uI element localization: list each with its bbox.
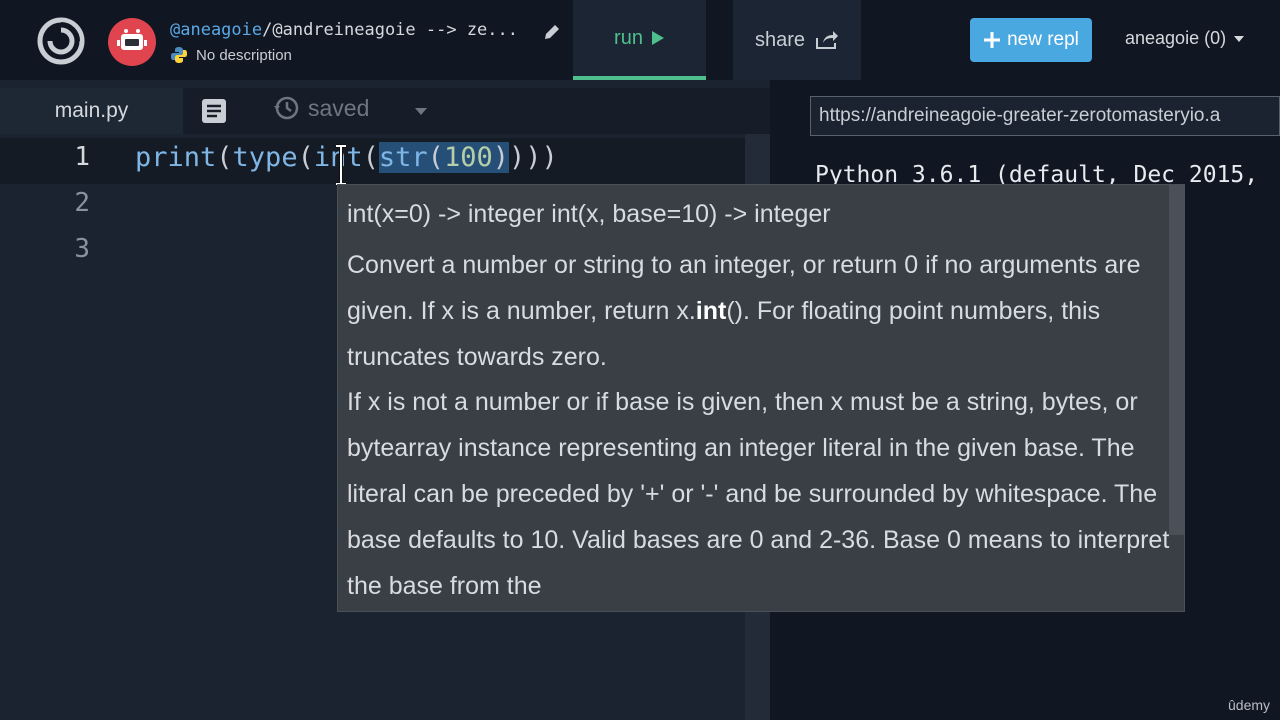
caret-down-icon	[1234, 35, 1245, 42]
repl-url-field[interactable]: https://andreineagoie-greater-zerotomast…	[810, 96, 1280, 136]
new-repl-label: new repl	[1007, 29, 1079, 50]
tooltip-bold-text: int	[695, 296, 727, 325]
repl-owner[interactable]: @aneagoie	[170, 20, 262, 40]
code-token: (	[362, 142, 379, 173]
tab-main-py[interactable]: main.py	[0, 88, 183, 134]
robot-icon	[117, 29, 147, 50]
description-text: No description	[196, 46, 292, 64]
code-token: )))	[508, 142, 558, 173]
pencil-icon[interactable]	[542, 22, 562, 42]
code-token: print	[135, 142, 217, 173]
play-icon	[651, 31, 664, 45]
python-icon	[171, 47, 187, 63]
new-repl-button[interactable]: new repl	[970, 18, 1092, 62]
repl-description[interactable]: No description	[170, 46, 292, 64]
user-menu-label: aneagoie (0)	[1125, 28, 1227, 48]
line-number: 1	[74, 142, 90, 172]
saved-status[interactable]: saved	[272, 94, 369, 122]
robot-avatar[interactable]	[108, 18, 156, 66]
tab-label: main.py	[54, 99, 129, 122]
run-label: run	[614, 26, 643, 49]
tooltip-text: If x is not a number or if base is given…	[347, 388, 1170, 600]
line-number: 3	[74, 234, 90, 264]
tooltip-scrollbar[interactable]	[1169, 185, 1184, 535]
docstring-tooltip: int(x=0) -> integer int(x, base=10) -> i…	[337, 184, 1185, 612]
share-label: share	[754, 28, 806, 51]
run-button[interactable]: run	[573, 0, 706, 80]
user-menu[interactable]: aneagoie (0)	[1125, 28, 1245, 49]
text-cursor-icon	[336, 144, 346, 186]
code-token: )	[492, 142, 509, 173]
code-token: (	[427, 142, 444, 173]
repl-path[interactable]: @aneagoie/@andreineagoie --> ze...	[170, 20, 518, 40]
caret-down-icon[interactable]	[414, 106, 428, 116]
tooltip-body: Convert a number or string to an integer…	[347, 243, 1177, 609]
document-icon[interactable]	[200, 97, 228, 125]
code-token: str	[378, 142, 428, 173]
editor-tab-bar: main.py saved	[0, 88, 770, 134]
code-token: type	[232, 142, 298, 173]
code-token: 100	[443, 142, 493, 173]
share-button[interactable]: share	[733, 0, 861, 80]
udemy-watermark: ûdemy	[1228, 697, 1271, 713]
line-number: 2	[74, 188, 90, 218]
plus-icon	[984, 32, 1001, 48]
tooltip-signature: int(x=0) -> integer int(x, base=10) -> i…	[347, 200, 831, 228]
repl-name: /@andreineagoie --> ze...	[262, 20, 518, 40]
selected-code: str(100)	[378, 142, 509, 173]
code-token: (	[297, 142, 314, 173]
share-arrow-icon	[816, 31, 839, 49]
replit-logo-icon[interactable]	[36, 16, 86, 66]
saved-label: saved	[308, 94, 370, 121]
code-token: (	[216, 142, 233, 173]
history-clock-icon	[274, 96, 299, 120]
top-bar: @aneagoie/@andreineagoie --> ze... No de…	[0, 0, 1280, 80]
